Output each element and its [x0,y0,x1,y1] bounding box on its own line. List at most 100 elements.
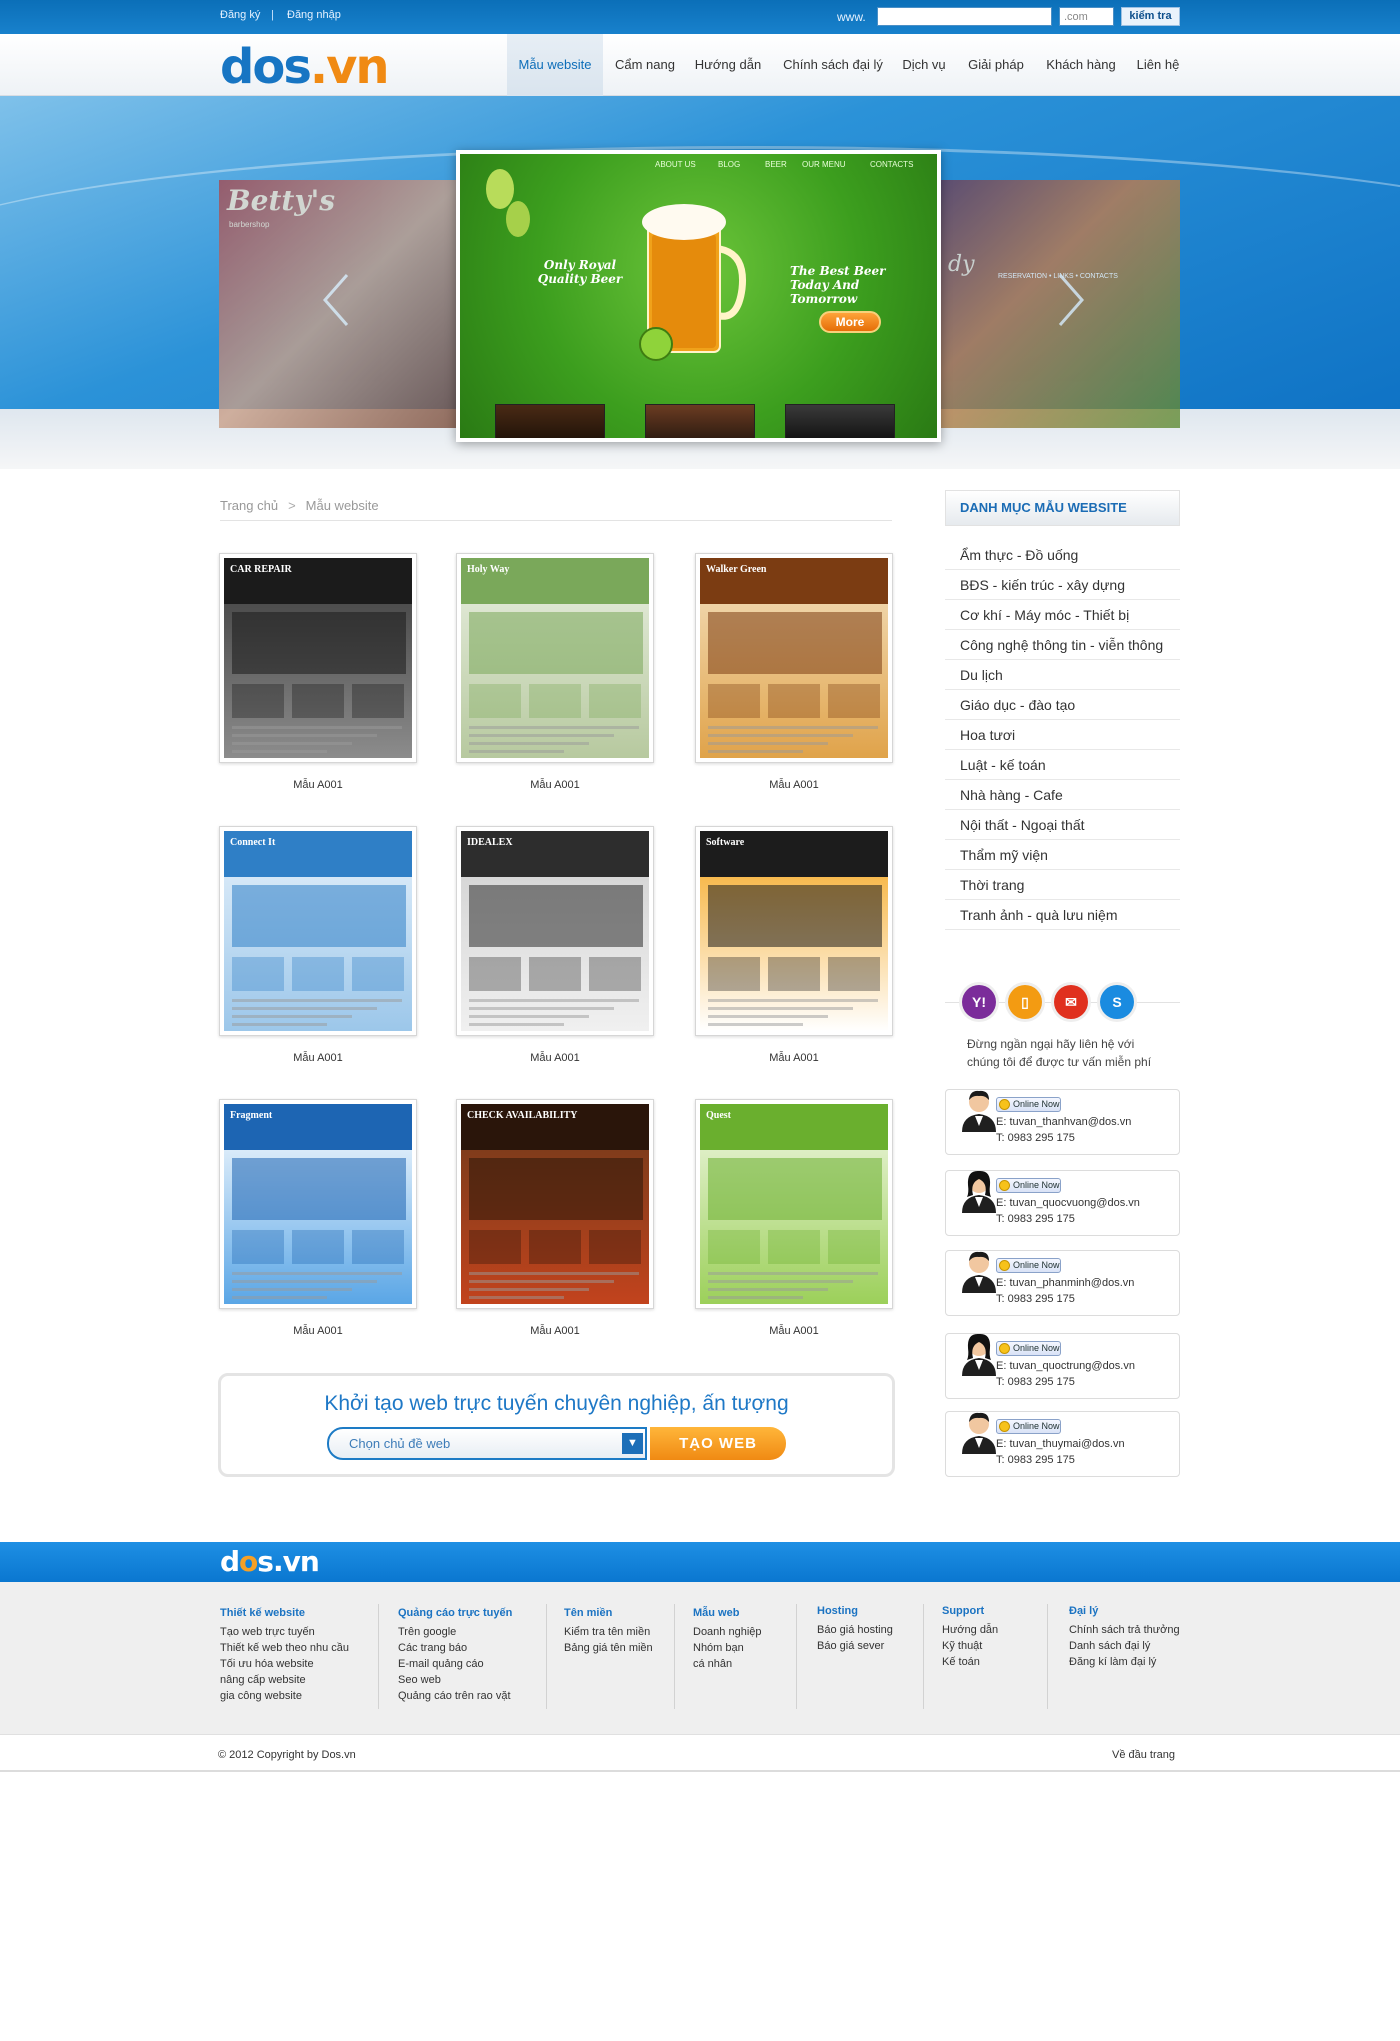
online-now-badge[interactable]: Online Now [996,1258,1061,1273]
category-item[interactable]: BĐS - kiến trúc - xây dựng [945,570,1180,600]
template-card[interactable]: Software [695,826,893,1036]
template-card[interactable]: Connect It [219,826,417,1036]
category-item[interactable]: Luật - kế toán [945,750,1180,780]
nav-huong-dan[interactable]: Hướng dẫn [692,34,764,96]
footer-link[interactable]: E-mail quảng cáo [398,1656,484,1672]
category-item[interactable]: Nội thất - Ngoại thất [945,810,1180,840]
nav-mau-website[interactable]: Mẫu website [507,34,603,96]
footer-link[interactable]: Thiết kế web theo nhu cầu [220,1640,349,1656]
template-label[interactable]: Mẫu A001 [695,779,893,791]
category-item[interactable]: Công nghệ thông tin - viễn thông [945,630,1180,660]
slide-thumb-1[interactable] [495,404,605,438]
nav-chinh-sach-dai-ly[interactable]: Chính sách đại lý [778,34,888,96]
footer-link[interactable]: Báo giá sever [817,1638,884,1654]
slide-main[interactable]: ABOUT US BLOG BEER OUR MENU CONTACTS Onl… [456,150,941,442]
template-card[interactable]: CHECK AVAILABILITY [456,1099,654,1309]
theme-select[interactable]: Chọn chủ đề web [327,1427,647,1460]
footer-link[interactable]: Trên google [398,1624,456,1640]
back-to-top-link[interactable]: Về đầu trang [1112,1749,1175,1761]
footer-link[interactable]: Quảng cáo trên rao vặt [398,1688,511,1704]
online-now-badge[interactable]: Online Now [996,1419,1061,1434]
agent-email[interactable]: E: tuvan_thuymai@dos.vn [996,1438,1125,1450]
footer-link[interactable]: Báo giá hosting [817,1622,893,1638]
template-card[interactable]: Quest [695,1099,893,1309]
template-label[interactable]: Mẫu A001 [456,779,654,791]
footer-column-title[interactable]: Thiết kế website [220,1607,305,1619]
footer-column-title[interactable]: Mẫu web [693,1607,739,1619]
footer-column-title[interactable]: Hosting [817,1605,858,1617]
footer-link[interactable]: Các trang báo [398,1640,467,1656]
footer-link[interactable]: Doanh nghiệp [693,1624,762,1640]
template-card[interactable]: Fragment [219,1099,417,1309]
template-label[interactable]: Mẫu A001 [695,1052,893,1064]
tld-input[interactable] [1059,7,1114,26]
category-item[interactable]: Nhà hàng - Cafe [945,780,1180,810]
prev-arrow-icon[interactable] [317,270,357,330]
yahoo-icon[interactable]: Y! [962,985,996,1019]
next-arrow-icon[interactable] [1050,270,1090,330]
footer-link[interactable]: Tối ưu hóa website [220,1656,314,1672]
category-item[interactable]: Thời trang [945,870,1180,900]
nav-giai-phap[interactable]: Giải pháp [965,34,1027,96]
template-label[interactable]: Mẫu A001 [456,1052,654,1064]
footer-link[interactable]: Kế toán [942,1654,980,1670]
slide-thumb-3[interactable] [785,404,895,438]
footer-link[interactable]: Hướng dẫn [942,1622,998,1638]
dos-logo[interactable]: dos.vn [220,42,400,92]
footer-logo[interactable]: dos.vn [220,1546,320,1578]
template-label[interactable]: Mẫu A001 [695,1325,893,1337]
category-item[interactable]: Tranh ảnh - quà lưu niệm [945,900,1180,930]
domain-search-input[interactable] [877,7,1052,26]
footer-link[interactable]: Kiểm tra tên miền [564,1624,650,1640]
slide-preview-right[interactable]: dy RESERVATION • LINKS • CONTACTS [940,180,1180,428]
nav-cam-nang[interactable]: Cẩm nang [610,34,680,96]
footer-link[interactable]: Tạo web trực tuyến [220,1624,315,1640]
category-item[interactable]: Giáo dục - đào tạo [945,690,1180,720]
category-item[interactable]: Du lịch [945,660,1180,690]
online-now-badge[interactable]: Online Now [996,1097,1061,1112]
footer-link[interactable]: Chính sách trả thưởng [1069,1622,1180,1638]
slide-thumb-2[interactable] [645,404,755,438]
slide-preview-left[interactable]: Betty's barbershop [219,180,459,428]
template-label[interactable]: Mẫu A001 [219,1052,417,1064]
footer-link[interactable]: gia công website [220,1688,302,1704]
category-item[interactable]: Hoa tươi [945,720,1180,750]
create-web-button[interactable]: TẠO WEB [650,1427,786,1460]
chevron-down-icon[interactable]: ▼ [622,1433,643,1454]
agent-email[interactable]: E: tuvan_quoctrung@dos.vn [996,1360,1135,1372]
footer-link[interactable]: Kỹ thuật [942,1638,982,1654]
nav-lien-he[interactable]: Liên hệ [1134,34,1182,96]
footer-link[interactable]: cá nhân [693,1656,732,1672]
agent-email[interactable]: E: tuvan_thanhvan@dos.vn [996,1116,1131,1128]
register-link[interactable]: Đăng ký [220,9,260,21]
online-now-badge[interactable]: Online Now [996,1178,1061,1193]
template-label[interactable]: Mẫu A001 [219,1325,417,1337]
footer-link[interactable]: Danh sách đại lý [1069,1638,1150,1654]
template-label[interactable]: Mẫu A001 [219,779,417,791]
footer-link[interactable]: Seo web [398,1672,441,1688]
footer-column-title[interactable]: Tên miền [564,1607,612,1619]
mail-icon[interactable]: ✉ [1054,985,1088,1019]
footer-link[interactable]: Bảng giá tên miền [564,1640,653,1656]
category-item[interactable]: Thẩm mỹ viện [945,840,1180,870]
footer-link[interactable]: nâng cấp website [220,1672,306,1688]
agent-email[interactable]: E: tuvan_phanminh@dos.vn [996,1277,1134,1289]
category-item[interactable]: Ẩm thực - Đồ uống [945,540,1180,570]
check-domain-button[interactable]: kiểm tra [1121,7,1180,26]
footer-link[interactable]: Đăng kí làm đại lý [1069,1654,1156,1670]
footer-column-title[interactable]: Đại lý [1069,1605,1098,1617]
online-now-badge[interactable]: Online Now [996,1341,1061,1356]
template-label[interactable]: Mẫu A001 [456,1325,654,1337]
agent-email[interactable]: E: tuvan_quocvuong@dos.vn [996,1197,1140,1209]
phone-icon[interactable]: ▯ [1008,985,1042,1019]
breadcrumb-home[interactable]: Trang chủ [220,498,278,513]
nav-dich-vu[interactable]: Dịch vụ [898,34,950,96]
template-card[interactable]: Walker Green [695,553,893,763]
footer-column-title[interactable]: Quảng cáo trực tuyến [398,1607,512,1619]
category-item[interactable]: Cơ khí - Máy móc - Thiết bị [945,600,1180,630]
template-card[interactable]: CAR REPAIR [219,553,417,763]
footer-link[interactable]: Nhóm bạn [693,1640,744,1656]
template-card[interactable]: IDEALEX [456,826,654,1036]
template-card[interactable]: Holy Way [456,553,654,763]
skype-icon[interactable]: S [1100,985,1134,1019]
